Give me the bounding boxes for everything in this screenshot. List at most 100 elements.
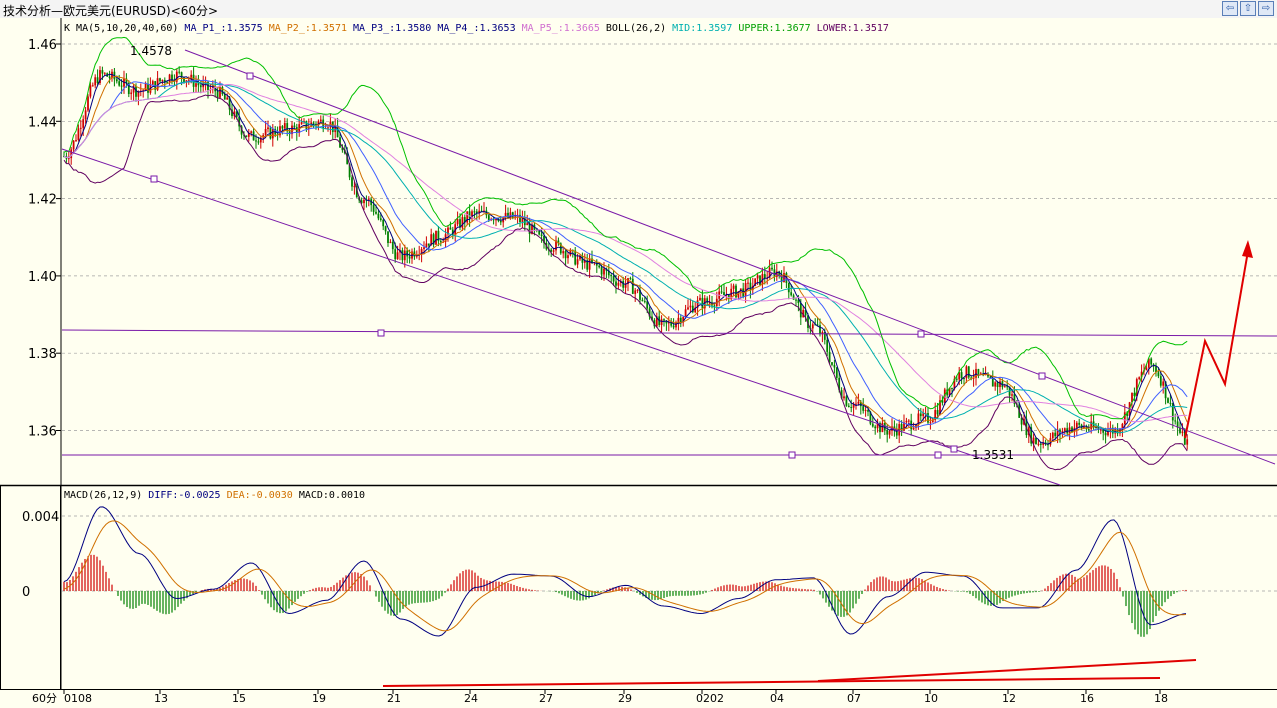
candle-body xyxy=(771,267,773,270)
candle-body xyxy=(833,364,836,368)
time-tick-label: 04 xyxy=(770,692,784,705)
candle-body xyxy=(379,218,382,220)
candle-body xyxy=(835,367,838,378)
candle-body xyxy=(687,307,689,310)
candle-body xyxy=(187,79,190,81)
candle-body xyxy=(763,274,766,279)
channel-handle xyxy=(246,72,254,80)
candle-body xyxy=(855,403,857,405)
candle-body xyxy=(223,94,226,100)
candle-body xyxy=(831,362,833,365)
candle-body xyxy=(1075,422,1078,428)
candle-body xyxy=(576,259,579,265)
candle-body xyxy=(423,247,425,250)
candle-body xyxy=(732,285,735,289)
legend-item: MA_P4_:1.3653 xyxy=(431,23,515,34)
candle-body xyxy=(1051,432,1054,439)
candle-body xyxy=(847,405,850,408)
time-tick-label: 13 xyxy=(154,692,168,705)
channel-handle xyxy=(377,329,385,337)
chart-canvas[interactable]: 1.46 1.44 1.42 1.40 1.38 1.36 0.004 0 0108 13 15… xyxy=(0,18,1277,708)
candle-body xyxy=(660,319,663,325)
candle-body xyxy=(615,281,617,286)
candle-body xyxy=(151,81,154,85)
candle-body xyxy=(1138,377,1141,380)
macd-tick-label: 0 xyxy=(22,585,30,600)
candle-body xyxy=(955,378,958,380)
candle-body xyxy=(408,256,411,259)
candle-body xyxy=(672,325,675,328)
candle-body xyxy=(792,295,795,300)
candle-body xyxy=(919,413,922,417)
candle-body xyxy=(629,278,632,280)
candle-body xyxy=(663,319,665,321)
nav-right-icon[interactable]: ⇨ xyxy=(1258,1,1274,16)
candle-body xyxy=(1011,394,1013,396)
period-label: 60分 xyxy=(32,692,57,705)
candle-body xyxy=(843,396,845,399)
candle-body xyxy=(264,129,267,136)
legend-item: LOWER:1.3517 xyxy=(811,23,889,34)
candle-body xyxy=(87,96,89,111)
candle-body xyxy=(115,79,118,82)
high-price-label: 1.4578 xyxy=(130,44,172,58)
candle-body xyxy=(567,255,569,259)
candle-body xyxy=(1063,428,1066,432)
candle-body xyxy=(1157,372,1160,377)
candle-body xyxy=(89,85,92,97)
candle-body xyxy=(456,219,459,225)
candle-body xyxy=(159,78,161,82)
candle-body xyxy=(473,211,476,213)
candle-body xyxy=(118,81,121,86)
candle-body xyxy=(101,70,104,74)
candle-body xyxy=(610,275,613,277)
candle-body xyxy=(103,73,106,75)
legend-item: DIFF:-0.0025 xyxy=(142,490,220,501)
candle-body xyxy=(965,366,968,379)
candle-body xyxy=(199,85,202,88)
candle-body xyxy=(1162,381,1165,386)
candle-body xyxy=(600,267,603,275)
time-tick-label: 16 xyxy=(1080,692,1094,705)
candle-body xyxy=(679,317,682,323)
candle-body xyxy=(271,129,274,139)
candle-body xyxy=(552,250,555,252)
candle-body xyxy=(377,213,380,219)
candle-body xyxy=(394,249,397,260)
candle-body xyxy=(435,230,437,245)
time-tick-label: 24 xyxy=(464,692,478,705)
candle-body xyxy=(387,231,389,243)
nav-up-icon[interactable]: ⇧ xyxy=(1240,1,1256,16)
candle-body xyxy=(756,275,759,279)
candle-body xyxy=(684,309,687,318)
legend-item: UPPER:1.3677 xyxy=(732,23,810,34)
time-tick-label: 27 xyxy=(539,692,553,705)
time-tick-label: 29 xyxy=(618,692,632,705)
candle-body xyxy=(912,428,915,430)
price-tick-label: 1.36 xyxy=(28,425,57,440)
candle-body xyxy=(862,406,865,411)
candle-body xyxy=(850,407,853,409)
price-tick-label: 1.38 xyxy=(28,347,57,362)
candle-body xyxy=(178,71,181,73)
candle-body xyxy=(631,278,634,294)
candle-body xyxy=(1186,439,1189,445)
price-tick-label: 1.40 xyxy=(28,270,57,285)
candle-body xyxy=(888,430,891,435)
candle-body xyxy=(562,251,565,254)
candle-body xyxy=(255,140,257,142)
candle-body xyxy=(867,410,869,412)
candle-body xyxy=(425,243,428,248)
time-tick-label: 0108 xyxy=(64,692,92,705)
candle-body xyxy=(588,258,591,270)
candle-body xyxy=(540,234,543,237)
nav-left-icon[interactable]: ⇦ xyxy=(1222,1,1238,16)
candle-body xyxy=(94,77,97,86)
candle-body xyxy=(641,299,644,302)
candle-body xyxy=(197,83,200,86)
candle-body xyxy=(723,292,725,296)
candle-body xyxy=(713,305,716,307)
legend-item: MACD(26,12,9) xyxy=(64,490,142,501)
macd-legend: MACD(26,12,9) DIFF:-0.0025 DEA:-0.0030 M… xyxy=(64,490,365,501)
candle-body xyxy=(747,282,749,284)
